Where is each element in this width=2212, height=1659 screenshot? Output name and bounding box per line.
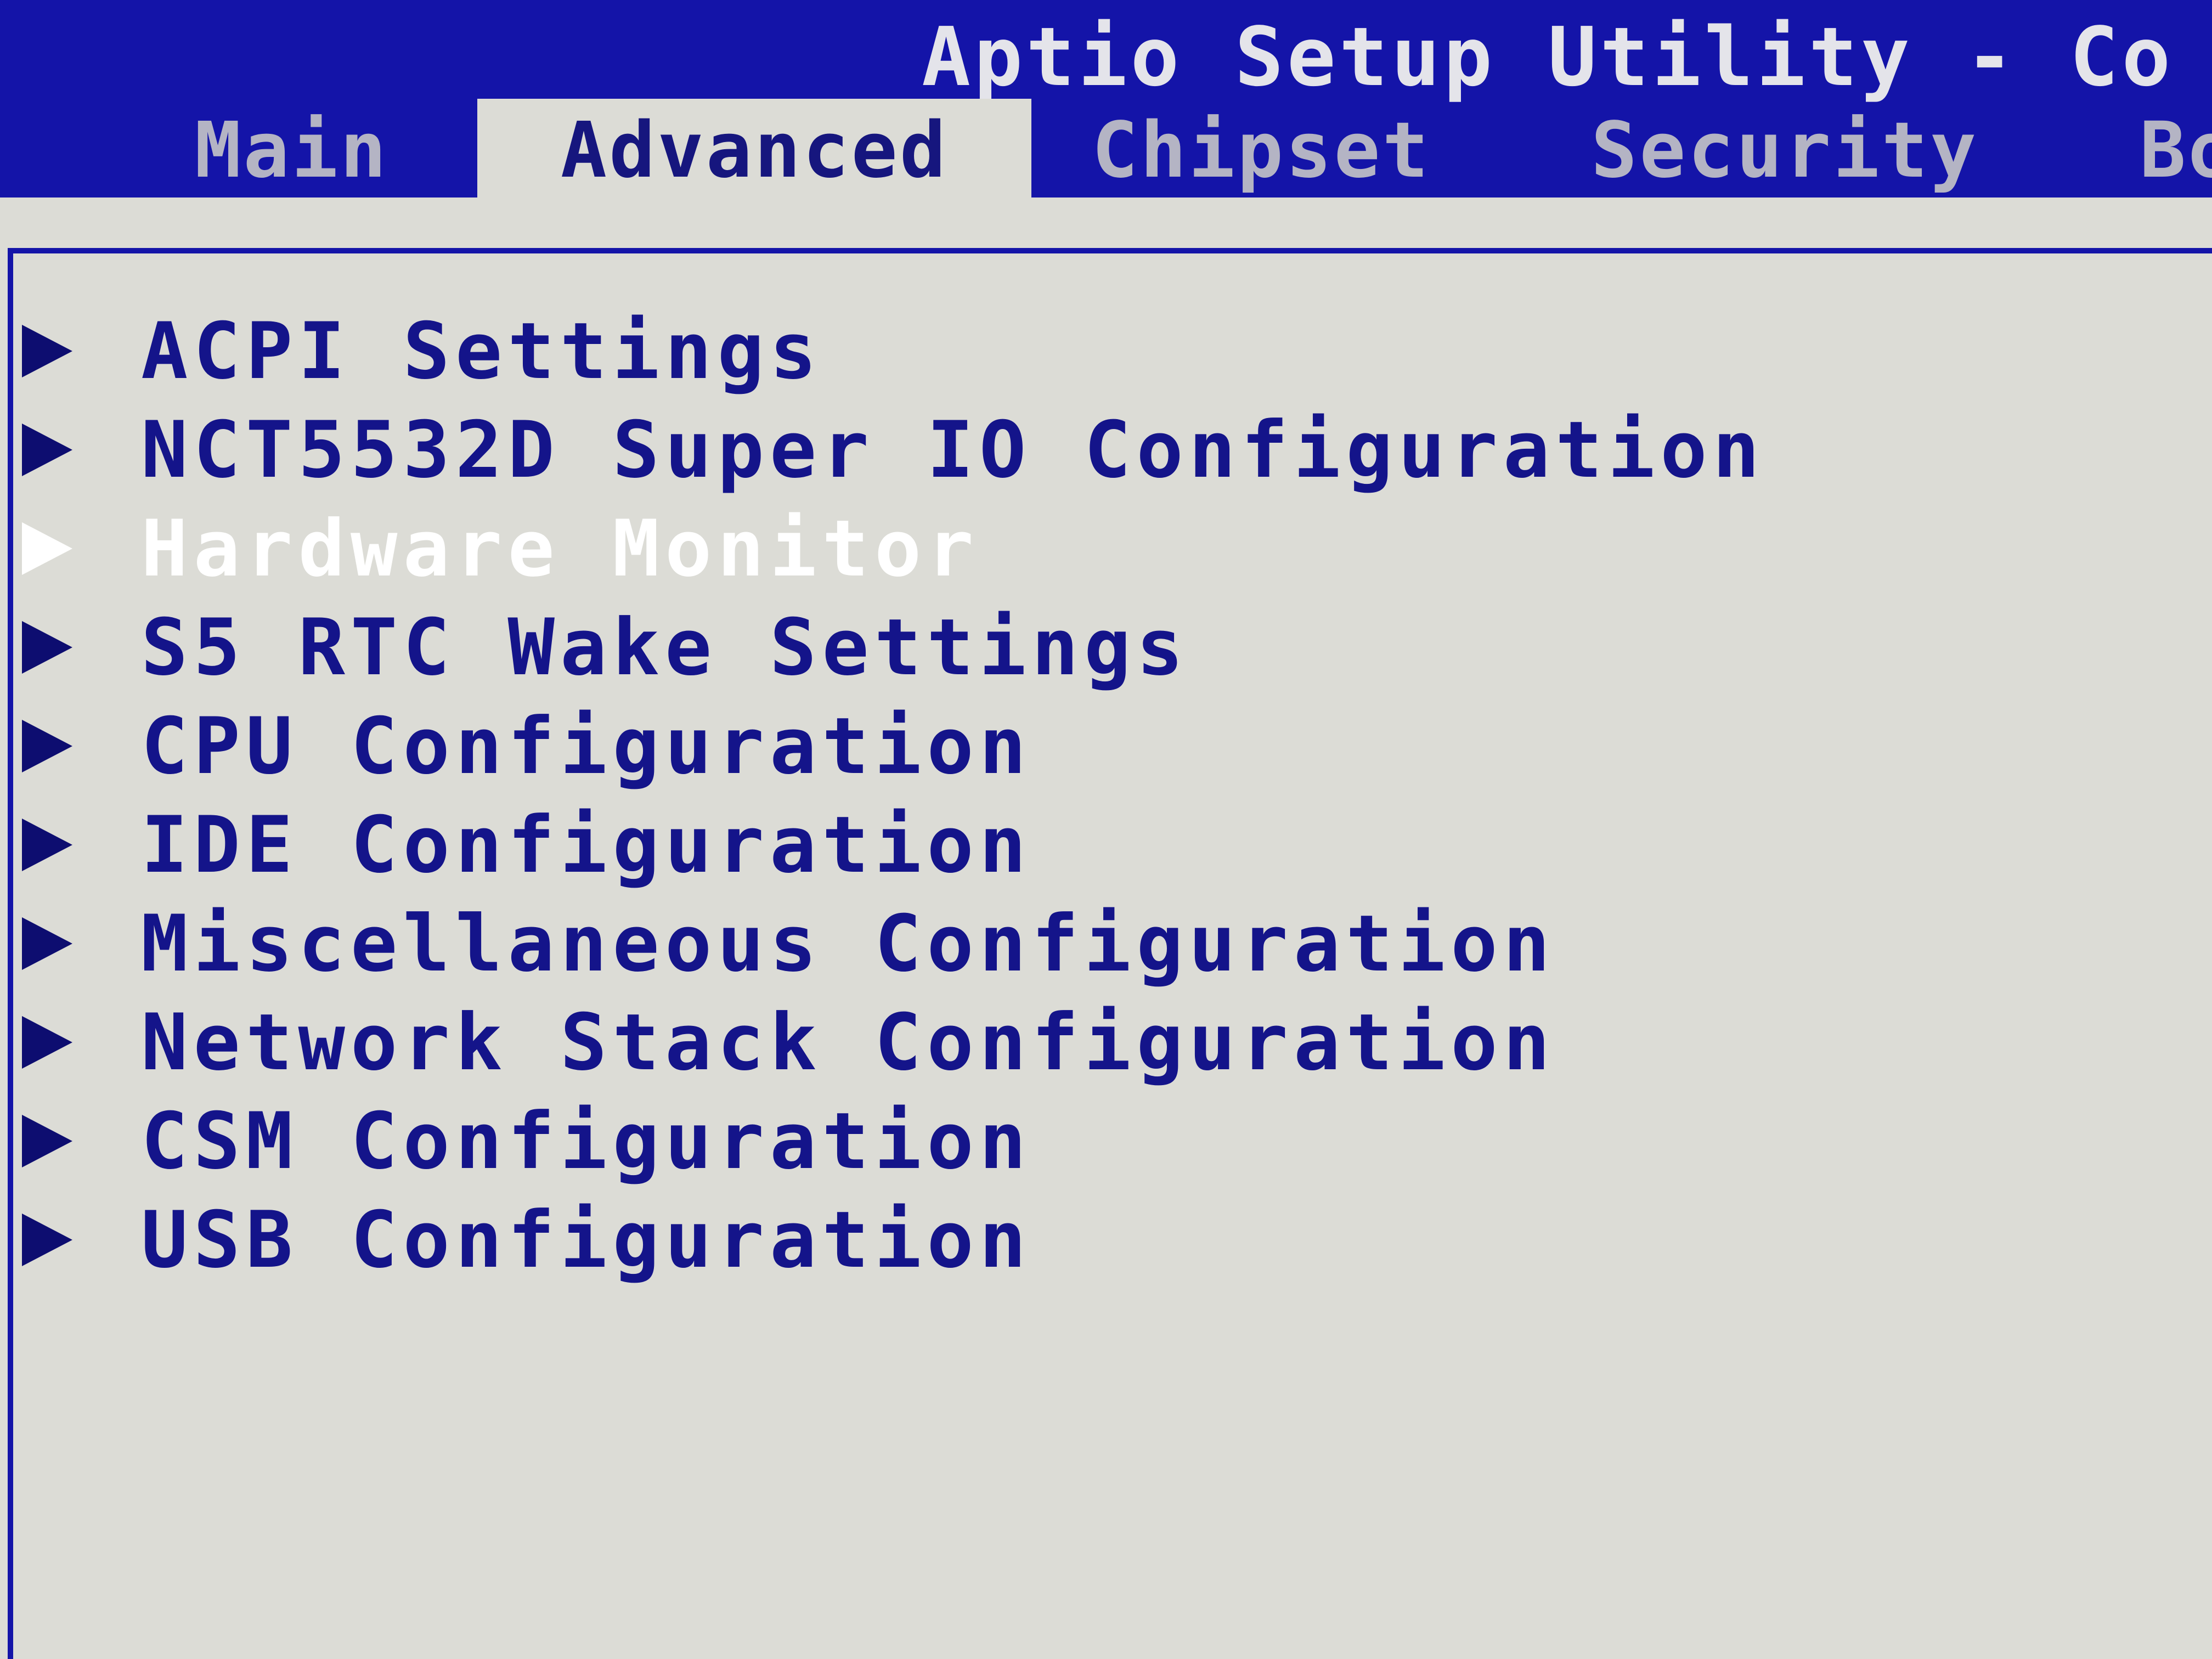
menu-list: ACPI Settings NCT5532D Super IO Configur… (22, 302, 1765, 1289)
menu-item-label: S5 RTC Wake Settings (141, 602, 1189, 693)
submenu-arrow-icon (22, 1214, 72, 1266)
menu-item-miscellaneous-configuration[interactable]: Miscellaneous Configuration (22, 894, 1765, 993)
tab-advanced[interactable]: Advanced (477, 99, 1031, 203)
tab-chipset[interactable]: Chipset (1092, 104, 1431, 198)
tab-main[interactable]: Main (195, 104, 388, 198)
menu-item-label: CPU Configuration (141, 701, 1032, 792)
submenu-arrow-icon (22, 424, 72, 476)
title-bar: Aptio Setup Utility - Co Main Advanced C… (0, 0, 2212, 203)
menu-item-csm-configuration[interactable]: CSM Configuration (22, 1092, 1765, 1190)
submenu-arrow-icon (22, 720, 72, 772)
app-title: Aptio Setup Utility - Co (922, 10, 2174, 104)
menu-item-network-stack-configuration[interactable]: Network Stack Configuration (22, 993, 1765, 1092)
menu-item-acpi-settings[interactable]: ACPI Settings (22, 302, 1765, 400)
menu-item-hardware-monitor[interactable]: Hardware Monitor (22, 499, 1765, 598)
content-panel: ACPI Settings NCT5532D Super IO Configur… (0, 198, 2212, 1659)
menu-item-ide-configuration[interactable]: IDE Configuration (22, 795, 1765, 894)
menu-item-label: CSM Configuration (141, 1096, 1032, 1187)
tab-boot[interactable]: Bo (2140, 104, 2212, 198)
menu-item-s5-rtc-wake-settings[interactable]: S5 RTC Wake Settings (22, 598, 1765, 697)
menu-item-label: Miscellaneous Configuration (141, 898, 1556, 989)
submenu-arrow-icon (22, 1016, 72, 1069)
menu-item-usb-configuration[interactable]: USB Configuration (22, 1190, 1765, 1289)
menu-item-label: Network Stack Configuration (141, 997, 1556, 1088)
submenu-arrow-icon (22, 621, 72, 674)
menu-item-label: ACPI Settings (141, 306, 822, 397)
submenu-arrow-icon (22, 819, 72, 871)
menu-item-label: Hardware Monitor (141, 503, 979, 594)
bios-screen: Aptio Setup Utility - Co Main Advanced C… (0, 0, 2212, 1659)
submenu-arrow-icon (22, 917, 72, 970)
menu-item-label: USB Configuration (141, 1194, 1032, 1285)
submenu-arrow-icon (22, 325, 72, 377)
menu-item-label: IDE Configuration (141, 799, 1032, 890)
menu-item-super-io-configuration[interactable]: NCT5532D Super IO Configuration (22, 400, 1765, 499)
menu-item-label: NCT5532D Super IO Configuration (141, 404, 1765, 495)
submenu-arrow-icon (22, 1115, 72, 1167)
submenu-arrow-icon (22, 522, 72, 575)
menu-item-cpu-configuration[interactable]: CPU Configuration (22, 697, 1765, 795)
tab-security[interactable]: Security (1591, 104, 1978, 198)
